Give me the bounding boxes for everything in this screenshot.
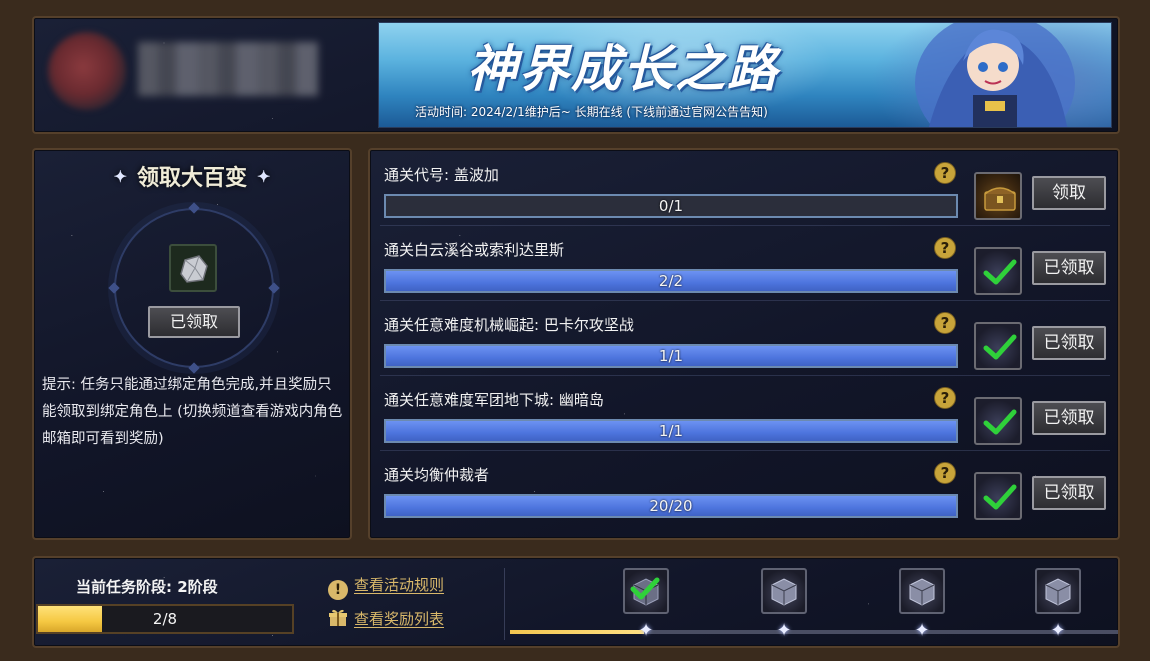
question-mark-icon[interactable]: ? <box>934 162 956 184</box>
milestone-star-icon: ✦ <box>914 620 930 641</box>
milestone-star-icon: ✦ <box>638 620 654 641</box>
task-list-panel: 通关代号: 盖波加 ? 0/1 领取 通关白云溪谷或索利达里斯 ? 2/2 已领… <box>368 148 1120 540</box>
player-name-blurred <box>138 42 318 96</box>
milestone-star-icon: ✦ <box>1050 620 1066 641</box>
checkmark-icon <box>983 484 1017 510</box>
claim-button[interactable]: 领取 <box>1032 176 1106 210</box>
checkmark-icon <box>630 577 660 600</box>
exclamation-circle-icon: ! <box>328 580 348 600</box>
task-name: 通关任意难度军团地下城: 幽暗岛 <box>384 391 604 409</box>
task-progress-bar: 1/1 <box>384 419 958 443</box>
task-row: 通关任意难度军团地下城: 幽暗岛 ? 1/1 已领取 <box>380 379 1110 451</box>
banner-title: 神界成长之路 <box>467 39 779 98</box>
task-progress-text: 2/2 <box>658 272 684 290</box>
task-progress-text: 1/1 <box>658 347 684 365</box>
milestone-track-fill <box>510 630 644 634</box>
banner-character-illustration <box>915 23 1075 127</box>
view-rewards-link[interactable]: 查看奖励列表 <box>328 608 444 629</box>
milestone-reward-icon[interactable] <box>1035 568 1081 614</box>
claimed-button[interactable]: 已领取 <box>1032 401 1106 435</box>
task-name: 通关任意难度机械崛起: 巴卡尔攻坚战 <box>384 316 634 334</box>
header-panel: 神界成长之路 活动时间: 2024/2/1维护后~ 长期在线 (下线前通过官网公… <box>32 16 1120 134</box>
reward-item-icon[interactable] <box>169 244 217 292</box>
current-stage-label: 当前任务阶段: 2阶段 <box>76 578 218 596</box>
task-progress-bar: 1/1 <box>384 344 958 368</box>
question-mark-icon[interactable]: ? <box>934 462 956 484</box>
reward-title-row: ✦ 领取大百变 ✦ <box>34 160 350 192</box>
box-icon <box>771 578 797 606</box>
sparkle-icon: ✦ <box>257 167 271 186</box>
banner-event-time: 活动时间: 2024/2/1维护后~ 长期在线 (下线前通过官网公告告知) <box>415 105 768 119</box>
checkmark-icon <box>983 409 1017 435</box>
chest-icon <box>984 187 1016 211</box>
avatar <box>48 32 126 110</box>
task-reward-icon[interactable] <box>974 322 1022 370</box>
checkmark-icon <box>983 334 1017 360</box>
stage-progress-bar: 2/8 <box>36 604 294 634</box>
task-progress-text: 0/1 <box>658 197 684 215</box>
task-progress-text: 1/1 <box>658 422 684 440</box>
question-mark-icon[interactable]: ? <box>934 312 956 334</box>
milestone-track <box>510 630 1118 634</box>
view-rules-link[interactable]: ! 查看活动规则 <box>328 574 444 600</box>
task-progress-bar: 20/20 <box>384 494 958 518</box>
event-banner: 神界成长之路 活动时间: 2024/2/1维护后~ 长期在线 (下线前通过官网公… <box>378 22 1112 128</box>
task-name: 通关均衡仲裁者 <box>384 466 490 484</box>
divider <box>504 568 505 640</box>
view-rules-label: 查看活动规则 <box>354 576 445 594</box>
claimed-button[interactable]: 已领取 <box>1032 251 1106 285</box>
checkmark-icon <box>983 259 1017 285</box>
task-reward-icon[interactable] <box>974 172 1022 220</box>
stage-progress-panel: 当前任务阶段: 2阶段 2/8 ! 查看活动规则 查看奖励列表 ✦ ✦ ✦ ✦ <box>32 556 1120 648</box>
milestone-star-icon: ✦ <box>776 620 792 641</box>
stage-progress-text: 2/8 <box>152 610 178 628</box>
task-progress-text: 20/20 <box>649 497 693 515</box>
reward-claimed-button[interactable]: 已领取 <box>148 306 240 338</box>
reward-title: 领取大百变 <box>136 165 247 191</box>
claimed-button[interactable]: 已领取 <box>1032 476 1106 510</box>
task-reward-icon[interactable] <box>974 397 1022 445</box>
sparkle-icon: ✦ <box>113 167 127 186</box>
tip-text: 提示: 任务只能通过绑定角色完成,并且奖励只能领取到绑定角色上 (切换频道查看游… <box>42 377 343 447</box>
task-row: 通关代号: 盖波加 ? 0/1 领取 <box>380 154 1110 226</box>
stone-icon <box>180 255 208 283</box>
task-row: 通关均衡仲裁者 ? 20/20 已领取 <box>380 454 1110 526</box>
milestone-reward-icon[interactable] <box>761 568 807 614</box>
task-name: 通关代号: 盖波加 <box>384 166 499 184</box>
view-rewards-label: 查看奖励列表 <box>354 610 445 628</box>
box-icon <box>1045 578 1071 606</box>
gift-icon <box>329 609 347 626</box>
milestone-reward-icon[interactable] <box>623 568 669 614</box>
task-reward-icon[interactable] <box>974 247 1022 295</box>
task-row: 通关白云溪谷或索利达里斯 ? 2/2 已领取 <box>380 229 1110 301</box>
milestone-reward-icon[interactable] <box>899 568 945 614</box>
task-name: 通关白云溪谷或索利达里斯 <box>384 241 565 259</box>
task-progress-bar: 2/2 <box>384 269 958 293</box>
task-reward-icon[interactable] <box>974 472 1022 520</box>
question-mark-icon[interactable]: ? <box>934 237 956 259</box>
task-progress-bar: 0/1 <box>384 194 958 218</box>
question-mark-icon[interactable]: ? <box>934 387 956 409</box>
claimed-button[interactable]: 已领取 <box>1032 326 1106 360</box>
task-row: 通关任意难度机械崛起: 巴卡尔攻坚战 ? 1/1 已领取 <box>380 304 1110 376</box>
box-icon <box>909 578 935 606</box>
reward-panel: ✦ 领取大百变 ✦ 已领取 提示: 任务只能通过绑定角色完成,并且奖励只能领取到绑定… <box>32 148 352 540</box>
